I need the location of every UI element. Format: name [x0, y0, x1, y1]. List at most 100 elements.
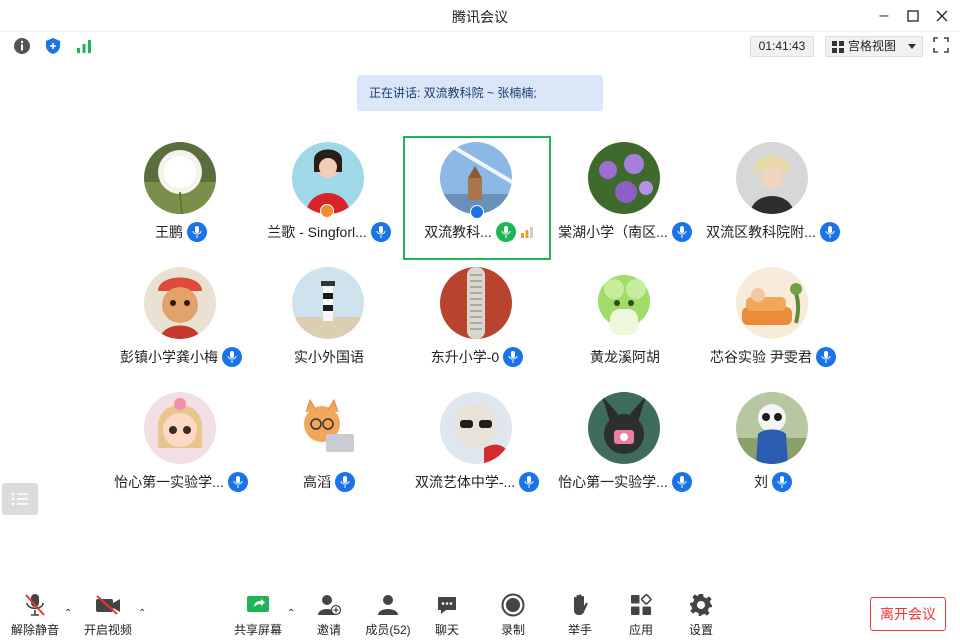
participant-tile[interactable]: 双流区教科院附...	[699, 136, 847, 260]
avatar	[440, 142, 512, 214]
view-selector-label: 宫格视图	[848, 39, 897, 53]
avatar	[736, 392, 808, 464]
fullscreen-icon[interactable]	[932, 36, 952, 56]
avatar	[292, 392, 364, 464]
microphone-icon	[503, 347, 524, 367]
participant-name: 芯谷实验 尹雯君	[710, 349, 812, 365]
invite-label: 邀请	[316, 623, 341, 637]
audio-options-caret-icon[interactable]: ⌃	[64, 608, 72, 619]
participant-tile[interactable]: 双流艺体中学-...	[403, 386, 551, 510]
record-button[interactable]: 录制	[483, 592, 543, 638]
close-icon[interactable]	[932, 6, 952, 26]
microphone-icon	[671, 472, 692, 492]
participant-tile[interactable]: 棠湖小学（南区...	[551, 136, 699, 260]
record-icon	[500, 592, 526, 618]
microphone-icon	[187, 222, 207, 242]
microphone-icon	[227, 472, 248, 492]
window-title: 腾讯会议	[452, 9, 508, 25]
settings-button[interactable]: 设置	[671, 592, 731, 638]
signal-bars-icon[interactable]	[74, 36, 94, 56]
leave-meeting-button[interactable]: 离开会议	[870, 597, 946, 631]
participant-name: 怡心第一实验学...	[114, 474, 224, 490]
avatar	[588, 267, 660, 339]
security-shield-icon[interactable]	[43, 36, 63, 56]
start-video-label: 开启视频	[83, 623, 132, 637]
apps-grid-icon	[628, 592, 654, 618]
unmute-label: 解除静音	[10, 623, 59, 637]
invite-button[interactable]: 邀请	[299, 592, 359, 638]
participant-tile[interactable]: 高滔	[255, 386, 403, 510]
microphone-icon	[815, 347, 836, 367]
participant-tile[interactable]: 实小外国语	[255, 261, 403, 385]
participant-name: 双流教科...	[424, 224, 492, 240]
participant-tile[interactable]: 王鹏	[107, 136, 255, 260]
avatar	[588, 142, 660, 214]
participant-name: 黄龙溪阿胡	[590, 349, 660, 365]
participant-name: 刘	[754, 474, 768, 490]
participant-tile[interactable]: 黄龙溪阿胡	[551, 261, 699, 385]
start-video-button[interactable]: 开启视频	[78, 592, 138, 638]
minimize-icon[interactable]: –	[874, 6, 894, 26]
share-screen-label: 共享屏幕	[233, 623, 282, 637]
participant-name: 怡心第一实验学...	[558, 474, 668, 490]
microphone-icon	[671, 222, 692, 242]
video-options-caret-icon[interactable]: ⌃	[138, 608, 146, 619]
view-selector[interactable]: 宫格视图	[825, 36, 923, 57]
participant-tile-active-speaker[interactable]: 双流教科...	[403, 136, 551, 260]
signal-bars-icon	[520, 227, 533, 238]
settings-label: 设置	[688, 623, 713, 637]
participant-list-toggle[interactable]	[2, 483, 38, 515]
participant-name: 王鹏	[155, 224, 183, 240]
apps-label: 应用	[628, 623, 653, 637]
participant-tile[interactable]: 怡心第一实验学...	[551, 386, 699, 510]
participant-name: 实小外国语	[294, 349, 364, 365]
microphone-icon	[772, 472, 792, 492]
unmute-button[interactable]: 解除静音	[5, 592, 65, 638]
avatar	[144, 267, 216, 339]
chat-button[interactable]: 聊天	[417, 592, 477, 638]
avatar	[440, 392, 512, 464]
avatar	[144, 142, 216, 214]
add-user-icon	[316, 592, 342, 618]
gear-icon	[688, 592, 714, 618]
participant-tile[interactable]: 怡心第一实验学...	[107, 386, 255, 510]
members-icon	[375, 592, 401, 618]
meeting-timer: 01:41:43	[750, 36, 814, 57]
microphone-icon	[819, 222, 840, 242]
raise-hand-button[interactable]: 举手	[550, 592, 610, 638]
participant-name: 棠湖小学（南区...	[558, 224, 668, 240]
participant-tile[interactable]: 彭镇小学龚小梅	[107, 261, 255, 385]
chat-bubble-icon	[434, 592, 460, 618]
participant-name: 东升小学-0	[430, 349, 500, 365]
participant-tile[interactable]: 东升小学-0	[403, 261, 551, 385]
participant-tile[interactable]: 兰歌 - Singforl...	[255, 136, 403, 260]
participant-tile[interactable]: 刘	[699, 386, 847, 510]
participant-name: 双流区教科院附...	[706, 224, 816, 240]
share-screen-button[interactable]: 共享屏幕	[228, 592, 288, 638]
chat-label: 聊天	[434, 623, 459, 637]
microphone-icon	[335, 472, 355, 492]
microphone-muted-icon	[22, 592, 48, 618]
participant-tile[interactable]: 芯谷实验 尹雯君	[699, 261, 847, 385]
title-bar: 腾讯会议 –	[0, 0, 960, 32]
participant-name: 兰歌 - Singforl...	[267, 224, 367, 240]
info-icon[interactable]	[12, 36, 32, 56]
control-bar: 解除静音 ⌃ 开启视频 ⌃ 共享屏幕 ⌃ 邀请 成员(52) 聊天 录制 举手 …	[0, 588, 960, 640]
speaking-banner: 正在讲话: 双流教科院 ~ 张楠楠;	[357, 75, 603, 111]
cohost-badge-icon	[470, 205, 484, 219]
avatar	[440, 267, 512, 339]
microphone-icon	[495, 222, 516, 242]
share-screen-icon	[245, 592, 271, 618]
maximize-icon[interactable]	[903, 6, 923, 26]
camera-off-icon	[95, 592, 121, 618]
avatar	[588, 392, 660, 464]
share-options-caret-icon[interactable]: ⌃	[287, 608, 295, 619]
avatar	[144, 392, 216, 464]
grid-view-icon	[832, 40, 844, 53]
avatar	[736, 267, 808, 339]
raise-hand-icon	[567, 592, 593, 618]
members-button[interactable]: 成员(52)	[358, 592, 418, 638]
list-icon	[11, 492, 28, 506]
members-label: 成员(52)	[365, 623, 411, 637]
apps-button[interactable]: 应用	[611, 592, 671, 638]
